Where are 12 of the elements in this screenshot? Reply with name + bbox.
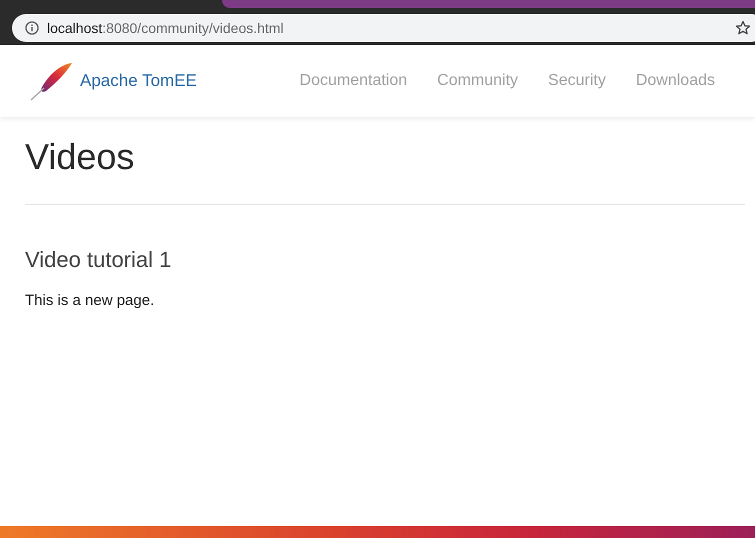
nav-link[interactable]: Downloads <box>636 72 715 90</box>
paragraph: This is a new page. <box>25 292 156 309</box>
address-bar[interactable]: localhost:8080/community/videos.html <box>12 14 755 42</box>
page-title: Videos <box>25 137 136 177</box>
brand-link[interactable]: Apache TomEE <box>80 71 197 91</box>
nav-link[interactable]: Community <box>437 72 518 90</box>
nav-link[interactable]: Documentation <box>300 72 408 90</box>
feather-logo-icon <box>28 61 74 101</box>
section-heading: Video tutorial 1 <box>25 247 172 273</box>
nav-link[interactable]: Security <box>548 72 606 90</box>
bookmark-star-icon[interactable] <box>735 20 751 36</box>
info-icon[interactable] <box>25 21 39 35</box>
